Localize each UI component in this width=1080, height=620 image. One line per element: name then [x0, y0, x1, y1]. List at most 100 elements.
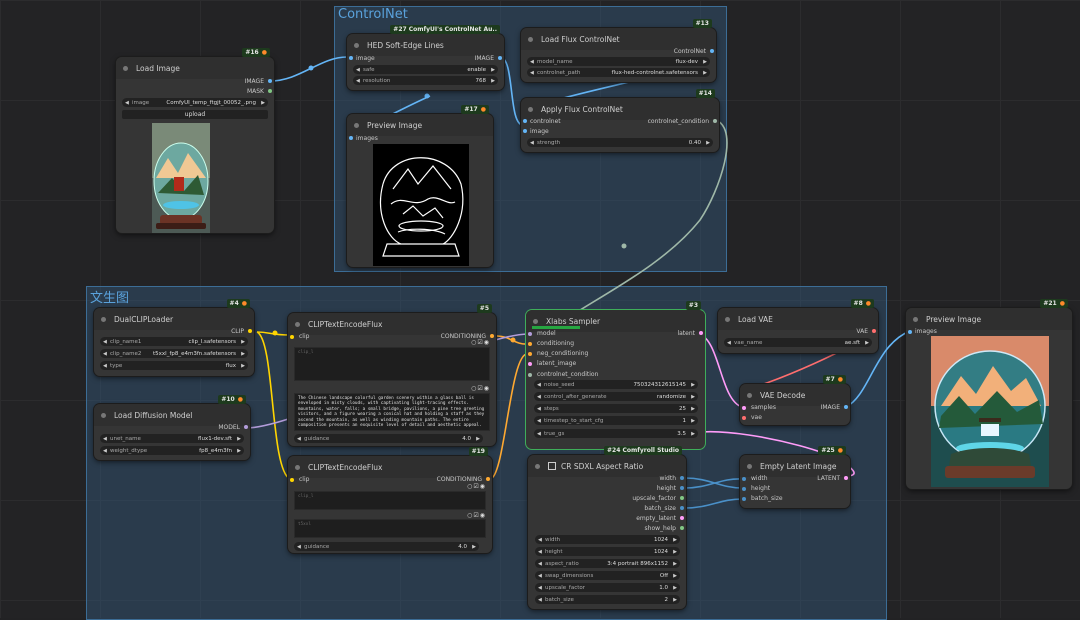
timestep-to-start-cfg-input[interactable]: ◀ timestep_to_start_cfg 1 ▶: [534, 416, 698, 425]
output-model[interactable]: MODEL: [218, 424, 240, 431]
vae-name-select[interactable]: ◀ vae_name ae.sft ▶: [724, 338, 872, 347]
strength-input[interactable]: ◀ strength 0.40 ▶: [527, 138, 713, 147]
input-latent-image-dot[interactable]: [528, 362, 532, 366]
node-empty-latent-image[interactable]: #25 ● Empty Latent Image width height bat…: [740, 446, 850, 508]
guidance-input[interactable]: ◀ guidance 4.0 ▶: [294, 434, 483, 443]
output-image-dot[interactable]: [268, 79, 272, 83]
output-controlnet-dot[interactable]: [710, 49, 714, 53]
input-images-dot[interactable]: [349, 136, 353, 140]
width-input[interactable]: ◀ width 1024 ▶: [535, 535, 680, 544]
output-width[interactable]: width: [659, 475, 676, 482]
input-images-dot[interactable]: [908, 330, 912, 334]
node-title[interactable]: CR SDXL Aspect Ratio: [528, 455, 686, 477]
node-preview-image[interactable]: #17 ● Preview Image images: [347, 105, 493, 267]
input-images[interactable]: images: [915, 328, 937, 335]
output-latent[interactable]: LATENT: [817, 475, 840, 482]
node-xlabs-sampler[interactable]: #3 Xlabs Sampler model conditioning neg_…: [526, 301, 705, 449]
input-image[interactable]: image: [356, 55, 375, 62]
output-show-help[interactable]: show_help: [645, 525, 676, 532]
output-upscale-factor-dot[interactable]: [680, 496, 684, 500]
height-input[interactable]: ◀ height 1024 ▶: [535, 547, 680, 556]
input-controlnet-condition-dot[interactable]: [528, 373, 532, 377]
input-latent-image[interactable]: latent_image: [537, 360, 576, 367]
output-conditioning-dot[interactable]: [490, 334, 494, 338]
output-model-dot[interactable]: [244, 425, 248, 429]
node-title[interactable]: Empty Latent Image: [740, 455, 850, 477]
output-controlnet-condition-dot[interactable]: [713, 119, 717, 123]
output-latent-dot[interactable]: [844, 476, 848, 480]
node-load-image[interactable]: #16 ● Load Image IMAGE MASK ◀ image ComfyUI…: [116, 48, 274, 233]
steps-input[interactable]: ◀ steps 25 ▶: [534, 404, 698, 413]
output-latent[interactable]: latent: [677, 330, 695, 337]
node-cliptextencodeflux-positive[interactable]: #5 CLIPTextEncodeFlux clip CONDITIONING …: [288, 304, 496, 446]
input-controlnet[interactable]: controlnet: [530, 118, 561, 125]
clip-name1-select[interactable]: ◀ clip_name1 clip_l.safetensors ▶: [100, 337, 248, 346]
node-title[interactable]: VAE Decode: [740, 384, 850, 406]
node-title[interactable]: CLIPTextEncodeFlux: [288, 313, 496, 335]
node-title[interactable]: Load Flux ControlNet: [521, 28, 716, 50]
output-width-dot[interactable]: [680, 476, 684, 480]
input-clip[interactable]: clip: [299, 476, 309, 483]
input-height[interactable]: height: [751, 485, 770, 492]
input-samples[interactable]: samples: [751, 404, 776, 411]
input-model-dot[interactable]: [528, 332, 532, 336]
clip-l-textarea[interactable]: clip_l: [294, 347, 490, 381]
output-image-dot[interactable]: [844, 405, 848, 409]
output-clip[interactable]: CLIP: [231, 328, 244, 335]
output-vae[interactable]: VAE: [856, 328, 868, 335]
input-model[interactable]: model: [537, 330, 556, 337]
output-latent-dot[interactable]: [699, 331, 703, 335]
resolution-input[interactable]: ◀ resolution 768 ▶: [353, 76, 498, 85]
output-image[interactable]: IMAGE: [245, 78, 264, 85]
input-samples-dot[interactable]: [742, 406, 746, 410]
guidance-input[interactable]: ◀ guidance 4.0 ▶: [294, 542, 479, 551]
input-vae[interactable]: vae: [751, 414, 762, 421]
node-dualcliploader[interactable]: #4 ● DualCLIPLoader CLIP ◀ clip_name1 clip_…: [94, 299, 254, 376]
node-load-flux-controlnet[interactable]: #13 Load Flux ControlNet ControlNet ◀ mod…: [521, 19, 716, 82]
output-conditioning[interactable]: CONDITIONING: [437, 476, 482, 483]
output-empty-latent[interactable]: empty_latent: [636, 515, 676, 522]
input-neg-conditioning-dot[interactable]: [528, 352, 532, 356]
upscale-factor-input[interactable]: ◀ upscale_factor 1.0 ▶: [535, 583, 680, 592]
input-batch-size[interactable]: batch_size: [751, 495, 783, 502]
output-height-dot[interactable]: [680, 486, 684, 490]
output-batch-size-dot[interactable]: [680, 506, 684, 510]
input-images[interactable]: images: [356, 135, 378, 142]
input-image[interactable]: image: [530, 128, 549, 135]
node-vae-decode[interactable]: #7 ● VAE Decode samples vae IMAGE: [740, 375, 850, 425]
input-conditioning[interactable]: conditioning: [537, 340, 574, 347]
node-apply-flux-controlnet[interactable]: #14 Apply Flux ControlNet controlnet ima…: [521, 89, 719, 152]
node-title[interactable]: Preview Image: [347, 114, 493, 136]
swap-dimensions-select[interactable]: ◀ swap_dimensions Off ▶: [535, 571, 680, 580]
textarea-toolbar[interactable]: ○☑◉: [471, 339, 490, 346]
input-batch-size-dot[interactable]: [742, 497, 746, 501]
output-conditioning-dot[interactable]: [486, 477, 490, 481]
unet-name-select[interactable]: ◀ unet_name flux1-dev.sft ▶: [100, 434, 244, 443]
input-conditioning-dot[interactable]: [528, 342, 532, 346]
node-cr-sdxl-aspect-ratio[interactable]: #24 Comfyroll Studio CR SDXL Aspect Rati…: [528, 446, 686, 609]
node-title[interactable]: Load Image: [116, 57, 274, 79]
output-upscale-factor[interactable]: upscale_factor: [632, 495, 676, 502]
node-title[interactable]: Load Diffusion Model: [94, 404, 250, 426]
input-vae-dot[interactable]: [742, 416, 746, 420]
output-show-help-dot[interactable]: [680, 526, 684, 530]
input-clip-dot[interactable]: [290, 478, 294, 482]
textarea-toolbar[interactable]: ○☑◉: [471, 385, 490, 392]
output-image[interactable]: IMAGE: [475, 55, 494, 62]
node-load-diffusion-model[interactable]: #10 ● Load Diffusion Model MODEL ◀ unet_na…: [94, 395, 250, 460]
t5xxl-textarea[interactable]: The Chinese landscape colorful garden sc…: [294, 393, 490, 431]
output-mask-dot[interactable]: [268, 89, 272, 93]
input-controlnet-dot[interactable]: [523, 119, 527, 123]
node-preview-image-output[interactable]: #21 ● Preview Image images: [906, 299, 1072, 489]
batch-size-input[interactable]: ◀ batch_size 2 ▶: [535, 595, 680, 604]
output-batch-size[interactable]: batch_size: [644, 505, 676, 512]
input-width-dot[interactable]: [742, 477, 746, 481]
output-controlnet-condition[interactable]: controlnet_condition: [648, 118, 709, 125]
node-title[interactable]: CLIPTextEncodeFlux: [288, 456, 492, 478]
clip-name2-select[interactable]: ◀ clip_name2 t5xxl_fp8_e4m3fn.safetensors ▶: [100, 349, 248, 358]
input-clip-dot[interactable]: [290, 335, 294, 339]
output-height[interactable]: height: [657, 485, 676, 492]
aspect-ratio-select[interactable]: ◀ aspect_ratio 3:4 portrait 896x1152 ▶: [535, 559, 680, 568]
output-empty-latent-dot[interactable]: [680, 516, 684, 520]
node-title[interactable]: DualCLIPLoader: [94, 308, 254, 330]
